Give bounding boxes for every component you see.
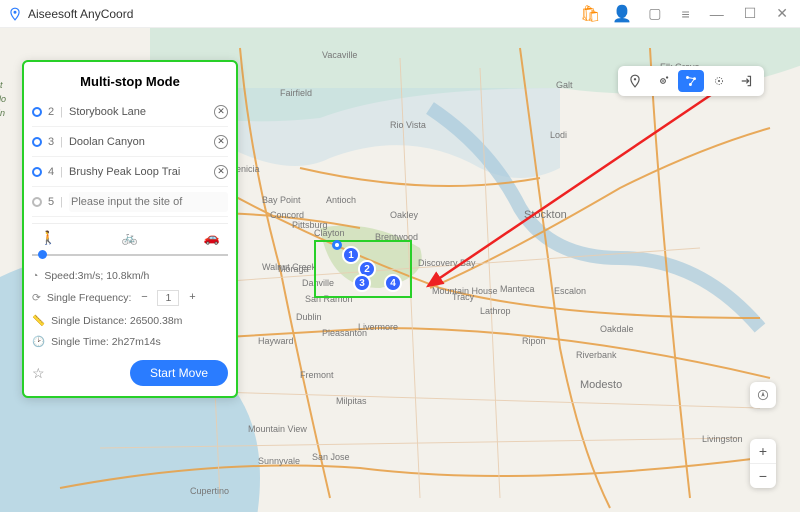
svg-text:Mountain View: Mountain View bbox=[248, 424, 307, 434]
app-title: Aiseesoft AnyCoord bbox=[28, 7, 580, 21]
svg-text:San Jose: San Jose bbox=[312, 452, 350, 462]
speed-info: ◔ Speed:3m/s; 10.8km/h bbox=[32, 270, 228, 282]
mode-joystick[interactable] bbox=[706, 70, 732, 92]
svg-text:Lodi: Lodi bbox=[550, 130, 567, 140]
stop-name: Doolan Canyon bbox=[69, 136, 208, 148]
svg-text:Stockton: Stockton bbox=[524, 209, 567, 221]
svg-text:Hayward: Hayward bbox=[258, 336, 294, 346]
svg-text:Mountain House: Mountain House bbox=[432, 286, 498, 296]
stop-number: 3 bbox=[48, 136, 54, 148]
remove-stop-icon[interactable]: ✕ bbox=[214, 105, 228, 119]
distance-info: 📏 Single Distance: 26500.38m bbox=[32, 314, 228, 327]
stop-number: 4 bbox=[48, 166, 54, 178]
close-icon[interactable]: ✕ bbox=[772, 5, 792, 22]
account-icon[interactable]: 👤 bbox=[612, 4, 632, 24]
stop-row[interactable]: 3 | Doolan Canyon ✕ bbox=[32, 127, 228, 157]
stop-number: 2 bbox=[48, 106, 54, 118]
gauge-icon: ◔ bbox=[32, 270, 38, 282]
mode-multi-stop[interactable] bbox=[678, 70, 704, 92]
waypoint-3[interactable]: 3 bbox=[353, 274, 371, 292]
svg-text:allo: allo bbox=[0, 94, 6, 104]
stop-row[interactable]: 2 | Storybook Lane ✕ bbox=[32, 97, 228, 127]
radio-icon[interactable] bbox=[32, 137, 42, 147]
minimize-icon[interactable]: — bbox=[706, 6, 728, 22]
freq-minus[interactable]: − bbox=[137, 291, 151, 305]
speed-handle[interactable] bbox=[38, 250, 47, 259]
remove-stop-icon[interactable]: ✕ bbox=[214, 135, 228, 149]
bike-icon[interactable]: 🚲 bbox=[122, 230, 138, 246]
speed-slider[interactable] bbox=[32, 248, 228, 262]
recenter-button[interactable] bbox=[750, 382, 776, 408]
transport-mode: 🚶 🚲 🚗 bbox=[32, 223, 228, 248]
freq-value[interactable]: 1 bbox=[157, 290, 179, 306]
svg-text:Livermore: Livermore bbox=[358, 322, 398, 332]
favorite-icon[interactable]: ☆ bbox=[32, 365, 45, 382]
svg-text:Modesto: Modesto bbox=[580, 379, 622, 391]
svg-text:Sunnyvale: Sunnyvale bbox=[258, 456, 300, 466]
svg-text:Vacaville: Vacaville bbox=[322, 50, 357, 60]
zoom-in[interactable]: + bbox=[750, 439, 776, 463]
time-info: 🕑 Single Time: 2h27m14s bbox=[32, 335, 228, 348]
radio-icon[interactable] bbox=[32, 167, 42, 177]
app-logo-icon bbox=[8, 7, 22, 21]
car-icon[interactable]: 🚗 bbox=[204, 230, 220, 246]
svg-text:Concord: Concord bbox=[270, 210, 304, 220]
svg-text:Rio Vista: Rio Vista bbox=[390, 120, 426, 130]
svg-text:Manteca: Manteca bbox=[500, 284, 535, 294]
mode-modify-location[interactable] bbox=[622, 70, 648, 92]
cart-icon[interactable]: 🛍 bbox=[580, 4, 600, 24]
svg-text:Escalon: Escalon bbox=[554, 286, 586, 296]
svg-text:Milpitas: Milpitas bbox=[336, 396, 367, 406]
panel-title: Multi-stop Mode bbox=[32, 74, 228, 89]
freq-plus[interactable]: + bbox=[185, 291, 199, 305]
svg-text:Fairfield: Fairfield bbox=[280, 88, 312, 98]
menu-icon[interactable]: ≡ bbox=[678, 6, 694, 22]
stop-name: Brushy Peak Loop Trai bbox=[69, 166, 208, 178]
mode-one-stop[interactable] bbox=[650, 70, 676, 92]
svg-text:Clayton: Clayton bbox=[314, 228, 345, 238]
route-start-dot bbox=[332, 240, 342, 250]
remove-stop-icon[interactable]: ✕ bbox=[214, 165, 228, 179]
svg-text:Fremont: Fremont bbox=[300, 370, 334, 380]
maximize-icon[interactable]: ☐ bbox=[740, 5, 761, 22]
walk-icon[interactable]: 🚶 bbox=[40, 230, 56, 246]
svg-text:Cupertino: Cupertino bbox=[190, 486, 229, 496]
svg-text:Riverbank: Riverbank bbox=[576, 350, 617, 360]
svg-text:Dublin: Dublin bbox=[296, 312, 322, 322]
svg-text:Oakdale: Oakdale bbox=[600, 324, 634, 334]
stop-input-row[interactable]: 5 | bbox=[32, 187, 228, 217]
clock-icon: 🕑 bbox=[32, 335, 45, 348]
multistop-panel: Multi-stop Mode 2 | Storybook Lane ✕ 3 |… bbox=[22, 60, 238, 398]
stop-number: 5 bbox=[48, 196, 54, 208]
svg-text:Oakley: Oakley bbox=[390, 210, 419, 220]
stop-input[interactable] bbox=[69, 192, 228, 212]
repeat-icon: ⟳ bbox=[32, 292, 41, 304]
svg-text:Moraga: Moraga bbox=[278, 264, 309, 274]
mini-window-icon[interactable]: ▢ bbox=[644, 5, 665, 22]
zoom-out[interactable]: − bbox=[750, 464, 776, 488]
radio-icon[interactable] bbox=[32, 197, 42, 207]
svg-text:Ripon: Ripon bbox=[522, 336, 546, 346]
frequency-row: ⟳ Single Frequency: − 1 + bbox=[32, 290, 228, 306]
start-move-button[interactable]: Start Move bbox=[130, 360, 228, 386]
waypoint-4[interactable]: 4 bbox=[384, 274, 402, 292]
title-buttons: 🛍 👤 ▢ ≡ — ☐ ✕ bbox=[580, 4, 792, 24]
svg-text:Discovery Bay: Discovery Bay bbox=[418, 258, 476, 268]
mode-exit-icon[interactable] bbox=[734, 70, 760, 92]
stop-row[interactable]: 4 | Brushy Peak Loop Trai ✕ bbox=[32, 157, 228, 187]
title-bar: Aiseesoft AnyCoord 🛍 👤 ▢ ≡ — ☐ ✕ bbox=[0, 0, 800, 28]
workspace: Vacaville Fairfield Rio Vista Napa Bay P… bbox=[0, 28, 800, 512]
svg-text:Bay Point: Bay Point bbox=[262, 195, 301, 205]
svg-text:Galt: Galt bbox=[556, 80, 573, 90]
waypoint-1[interactable]: 1 bbox=[342, 246, 360, 264]
stop-name: Storybook Lane bbox=[69, 106, 208, 118]
zoom-control: + − bbox=[750, 439, 776, 488]
mode-toolbar bbox=[618, 66, 764, 96]
svg-text:Livingston: Livingston bbox=[702, 434, 743, 444]
svg-text:Lathrop: Lathrop bbox=[480, 306, 511, 316]
ruler-icon: 📏 bbox=[32, 314, 45, 327]
svg-text:orin: orin bbox=[0, 108, 5, 118]
svg-text:Antioch: Antioch bbox=[326, 195, 356, 205]
radio-icon[interactable] bbox=[32, 107, 42, 117]
